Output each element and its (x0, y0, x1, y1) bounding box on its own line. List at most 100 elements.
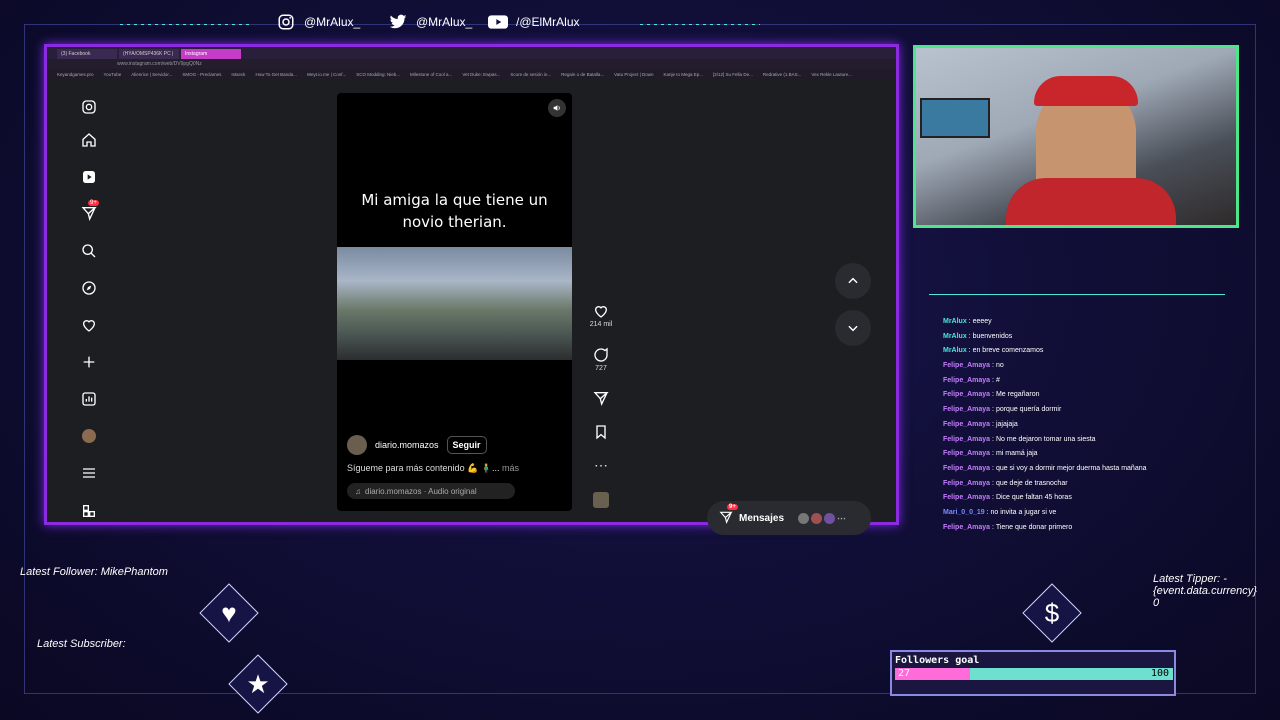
heart-icon[interactable] (79, 315, 99, 335)
chat-username[interactable]: Felipe_Amaya (943, 436, 990, 443)
chat-panel: MrAlux : eeeey MrAlux : buenvenidos MrAlux… (929, 294, 1225, 541)
instagram-logo-icon[interactable] (79, 97, 99, 117)
chat-username[interactable]: Felipe_Amaya (943, 524, 990, 531)
address-bar[interactable]: www.instagram.com/web/DV9pgQ0Nz (47, 59, 896, 69)
browser-tab[interactable]: (3) Facebook (57, 49, 117, 59)
like-action[interactable]: 214 mil (589, 303, 613, 328)
chat-text: mi mamá jaja (995, 450, 1038, 458)
dashboard-icon[interactable] (79, 389, 99, 409)
bookmark[interactable]: Vex Rekle Lauture... (811, 72, 852, 77)
browser-tab-active[interactable]: Instagram (181, 49, 241, 59)
browser-tab[interactable]: (HYA/OMSP436K PC | (119, 49, 179, 59)
volume-icon[interactable] (548, 99, 566, 117)
more-link[interactable]: más (502, 463, 519, 473)
more-apps-icon[interactable] (79, 501, 99, 521)
comments-count: 727 (595, 365, 607, 372)
bookmark[interactable]: Istseck (231, 72, 245, 77)
bookmark[interactable]: Redrative (1.BAS... (763, 72, 802, 77)
bookmark[interactable]: [2/12] Su Fella De... (713, 72, 753, 77)
chat-username[interactable]: Felipe_Amaya (943, 377, 990, 384)
bookmark[interactable]: Milestone of Cool a... (410, 72, 452, 77)
chat-text: que si voy a dormir mejor duerma hasta m… (995, 464, 1147, 472)
comment-action[interactable]: 727 (589, 347, 613, 372)
chat-text: no invita a jugar si ve (990, 508, 1057, 516)
chat-username[interactable]: Felipe_Amaya (943, 480, 990, 487)
bookmark[interactable]: SCO Modding: Nieb... (356, 72, 400, 77)
chat-message: Felipe_Amaya : Tiene que donar primero (943, 523, 1073, 531)
previous-reel-button[interactable] (835, 263, 871, 299)
search-icon[interactable] (79, 241, 99, 261)
save-action[interactable] (589, 424, 613, 442)
bookmark[interactable]: Vatu Project | Down (614, 72, 653, 77)
share-action[interactable] (589, 390, 613, 408)
share-icon (593, 392, 609, 406)
reel-overlay-caption: Mi amiga la que tiene un novio therian. (337, 189, 572, 233)
chat-text: No me dejaron tomar una siesta (995, 435, 1096, 443)
wall-poster (920, 98, 990, 138)
url-text: www.instagram.com/web/DV9pgQ0Nz (117, 61, 202, 67)
profile-avatar[interactable] (79, 426, 99, 446)
streamer-cap (1034, 76, 1138, 106)
bookmark[interactable]: Alienrice | Servidor... (131, 72, 172, 77)
next-reel-button[interactable] (835, 310, 871, 346)
messages-icon[interactable]: 9+ (79, 200, 99, 223)
chat-username[interactable]: Felipe_Amaya (943, 465, 990, 472)
reels-icon[interactable] (79, 167, 99, 187)
tipper-line: {event.data.currency} (1153, 585, 1257, 597)
chat-username[interactable]: Felipe_Amaya (943, 362, 990, 369)
chat-username[interactable]: MrAlux (943, 347, 967, 354)
chat-username[interactable]: Felipe_Amaya (943, 391, 990, 398)
bookmark[interactable]: Kanje to Mega Ep... (664, 72, 704, 77)
reel-video[interactable]: Mi amiga la que tiene un novio therian. … (337, 93, 572, 511)
direct-icon: 9+ (719, 503, 738, 527)
message-avatars: ⋯ (798, 512, 846, 524)
chat-username[interactable]: Felipe_Amaya (943, 450, 990, 457)
reel-description: Sígueme para más contenido 💪 🧍‍♂️... más (347, 463, 519, 474)
menu-icon[interactable] (79, 463, 99, 483)
chat-message: MrAlux : buenvenidos (943, 332, 1013, 340)
chat-username[interactable]: Felipe_Amaya (943, 421, 990, 428)
bookmark[interactable]: How To Get Banda... (255, 72, 296, 77)
chevron-up-icon (848, 277, 858, 284)
like-icon (594, 306, 608, 318)
bookmark[interactable]: Keyandgames.pro (57, 72, 94, 77)
chat-username[interactable]: Mari_0_0_19 (943, 509, 985, 516)
browser-window: (3) Facebook (HYA/OMSP436K PC | Instagra… (44, 44, 899, 535)
reel-clip-image (337, 247, 572, 360)
chat-username[interactable]: Felipe_Amaya (943, 406, 990, 413)
explore-icon[interactable] (79, 278, 99, 298)
instagram-handle: @MrAlux_ (276, 12, 360, 32)
chat-text: eeeey (972, 318, 992, 325)
create-plus-icon[interactable] (79, 352, 99, 372)
social-bar: @MrAlux_ @MrAlux_ /@ElMrAlux (120, 12, 980, 36)
bookmark[interactable]: YouTube (104, 72, 122, 77)
home-icon[interactable] (79, 130, 99, 150)
more-options-icon[interactable]: ⋯ (589, 457, 613, 474)
heart-icon: ♥ (221, 597, 237, 628)
chat-message: Felipe_Amaya : jajajaja (943, 420, 1018, 428)
bookmark[interactable]: Score de sesión in... (510, 72, 551, 77)
chat-message: Felipe_Amaya : mi mamá jaja (943, 450, 1038, 458)
chat-text: Dice que faltan 45 horas (995, 494, 1072, 502)
audio-pill[interactable]: ♫ diario.momazos · Audio original (347, 483, 515, 499)
bookmark[interactable]: Regain o de Batalla... (561, 72, 604, 77)
author-name[interactable]: diario.momazos (375, 440, 439, 450)
chat-message: MrAlux : en breve comenzamos (943, 347, 1044, 355)
chat-username[interactable]: MrAlux (943, 333, 967, 340)
bookmark[interactable]: Vet Duke: Ewpas... (462, 72, 500, 77)
chat-message: MrAlux : eeeey (943, 318, 992, 325)
chat-text: jajajaja (995, 420, 1018, 428)
tipper-line: Latest Tipper: - (1153, 573, 1227, 585)
messages-pill[interactable]: 9+ Mensajes ⋯ (707, 501, 871, 535)
instagram-icon (276, 12, 296, 32)
chat-message: Felipe_Amaya : No me dejaron tomar una s… (943, 435, 1096, 443)
audio-thumbnail[interactable] (589, 492, 613, 508)
bookmark[interactable]: SMOG - Preclames (182, 72, 221, 77)
bookmark[interactable]: Weyt.io.me | Conf... (307, 72, 346, 77)
follow-button[interactable]: Seguir (446, 436, 487, 454)
chat-username[interactable]: Felipe_Amaya (943, 494, 990, 501)
goal-max: 100 (1150, 668, 1169, 679)
author-avatar[interactable] (347, 435, 367, 455)
browser-tab-bar: (3) Facebook (HYA/OMSP436K PC | Instagra… (47, 47, 896, 59)
chat-username[interactable]: MrAlux (943, 318, 967, 325)
